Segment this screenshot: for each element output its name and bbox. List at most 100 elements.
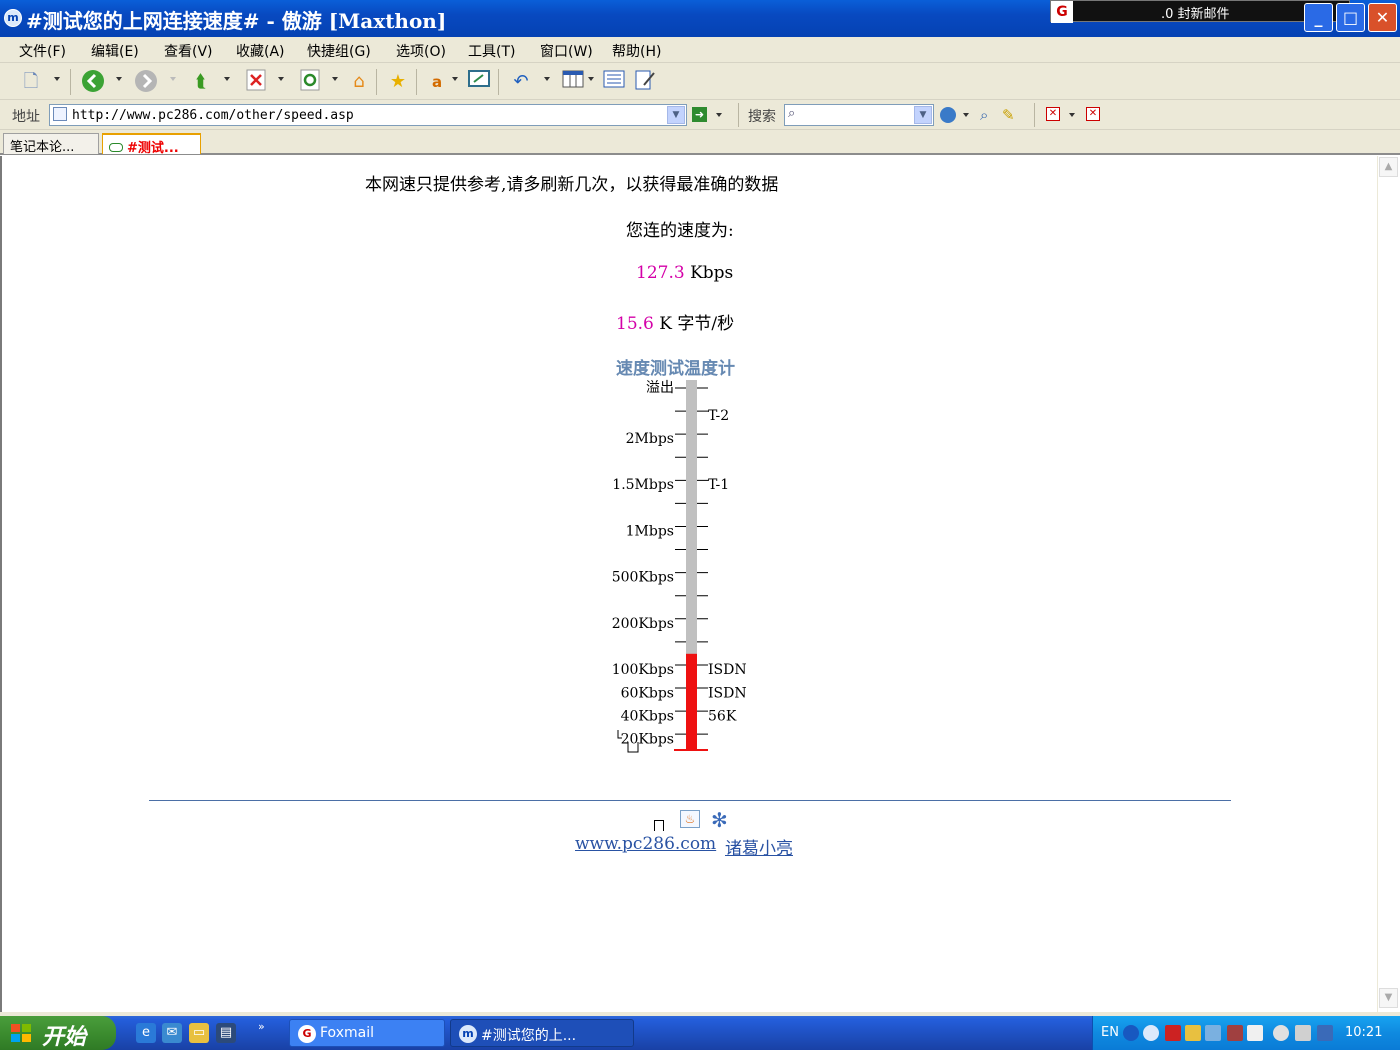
- address-dropdown-icon[interactable]: ▼: [667, 106, 685, 124]
- vertical-scrollbar[interactable]: ▲ ▼: [1377, 156, 1398, 1012]
- task-foxmail[interactable]: G Foxmail: [289, 1019, 445, 1047]
- up-icon[interactable]: ⮬: [188, 69, 214, 95]
- thermometer-left-label: 溢出: [646, 380, 674, 396]
- site-link[interactable]: www.pc286.com: [575, 834, 716, 854]
- new-page-icon[interactable]: 🗋: [18, 69, 44, 95]
- go-dropdown-icon[interactable]: [716, 113, 722, 117]
- refresh-dropdown-icon[interactable]: [332, 77, 338, 81]
- search-icon: ⌕: [788, 106, 796, 121]
- foxmail-tray-icon[interactable]: [1165, 1025, 1181, 1041]
- toolbar-separator: [416, 69, 417, 95]
- clock: 10:21: [1345, 1025, 1383, 1040]
- outlook-icon[interactable]: ✉: [162, 1023, 182, 1043]
- page-favicon-icon: [53, 107, 67, 121]
- back-dropdown-icon[interactable]: [116, 77, 122, 81]
- block-popup-icon[interactable]: ✕: [1046, 107, 1060, 121]
- show-desktop-icon[interactable]: ▤: [216, 1023, 236, 1043]
- stop-icon[interactable]: [243, 69, 269, 95]
- task-maxthon[interactable]: m #测试您的上...: [450, 1019, 634, 1047]
- menu-help[interactable]: 帮助(H): [612, 41, 661, 61]
- menu-tools[interactable]: 工具(T): [468, 41, 515, 61]
- menu-favorites[interactable]: 收藏(A): [236, 41, 285, 61]
- snowflake-icon[interactable]: ✻: [711, 808, 728, 832]
- stop-dropdown-icon[interactable]: [278, 77, 284, 81]
- find-in-page-icon[interactable]: ⌕: [980, 106, 988, 124]
- menu-options[interactable]: 选项(O): [396, 41, 446, 61]
- menu-view[interactable]: 查看(V): [164, 41, 213, 61]
- highlight-icon[interactable]: ✎: [1002, 106, 1015, 124]
- user-icon[interactable]: [1273, 1025, 1289, 1041]
- monitor-icon[interactable]: [1295, 1025, 1311, 1041]
- refresh-icon[interactable]: [297, 69, 323, 95]
- toolbar-separator: [498, 69, 499, 95]
- go-icon[interactable]: ➜: [692, 107, 707, 122]
- screen-capture-icon[interactable]: [466, 69, 492, 95]
- favorites-star-icon[interactable]: ★: [385, 69, 411, 95]
- close-ads-icon[interactable]: ✕: [1086, 107, 1100, 121]
- thermometer-right-label: ISDN: [708, 685, 747, 701]
- home-icon[interactable]: ⌂: [346, 69, 372, 95]
- site-badge-icon[interactable]: ♨: [680, 810, 700, 828]
- forward-dropdown-icon[interactable]: [170, 77, 176, 81]
- speed-kb-unit: K 字节/秒: [659, 314, 735, 334]
- undo-close-icon[interactable]: ↶: [508, 69, 534, 95]
- network-icon[interactable]: [1205, 1025, 1221, 1041]
- language-indicator[interactable]: EN: [1101, 1025, 1119, 1040]
- minimize-button[interactable]: _: [1304, 3, 1333, 32]
- tab-speed-test[interactable]: #测试...: [102, 133, 201, 156]
- address-bar: 地址 ▼ ➜ 搜索 ⌕ ▼ ⌕ ✎ ✕ ✕: [0, 100, 1400, 130]
- page-content: 本网速只提供参考,请多刷新几次，以获得最准确的数据 您连的速度为: 127.3 …: [0, 156, 1400, 1012]
- scroll-up-icon[interactable]: ▲: [1379, 157, 1398, 177]
- address-field[interactable]: ▼: [49, 104, 687, 126]
- author-link[interactable]: 诸葛小亮: [725, 834, 793, 859]
- printer-icon[interactable]: [1185, 1025, 1201, 1041]
- forward-icon[interactable]: [133, 69, 159, 95]
- translate-icon[interactable]: a: [424, 69, 450, 95]
- undo-dropdown-icon[interactable]: [544, 77, 550, 81]
- thermometer-left-label: 40Kbps: [621, 708, 674, 724]
- thermometer-right-label: 56K: [708, 708, 737, 724]
- toolbar-separator: [376, 69, 377, 95]
- sidebar-toggle-icon[interactable]: [601, 69, 627, 95]
- security-icon[interactable]: [1227, 1025, 1243, 1041]
- maxthon-tray-icon[interactable]: [1143, 1025, 1159, 1041]
- tab-notebook-forum[interactable]: 笔记本论...: [3, 133, 99, 155]
- close-button[interactable]: ✕: [1368, 3, 1397, 32]
- columns-dropdown-icon[interactable]: [588, 77, 594, 81]
- thermometer-right-label: T-1: [708, 477, 729, 493]
- search-engine-icon[interactable]: [940, 107, 956, 123]
- url-input[interactable]: [72, 106, 662, 124]
- maxthon-icon[interactable]: m: [4, 9, 22, 27]
- search-input[interactable]: [805, 106, 911, 124]
- engine-dropdown-icon[interactable]: [963, 113, 969, 117]
- volume-icon[interactable]: [1317, 1025, 1333, 1041]
- speed-kb-value: 15.6: [616, 314, 654, 334]
- new-dropdown-icon[interactable]: [54, 77, 60, 81]
- menu-groups[interactable]: 快捷组(G): [307, 41, 371, 61]
- search-dropdown-icon[interactable]: ▼: [914, 106, 932, 124]
- taskbar: 开始 e ✉ ▭ ▤ » G Foxmail m #测试您的上... EN 10…: [0, 1016, 1400, 1050]
- edit-page-icon[interactable]: [632, 69, 658, 95]
- start-button[interactable]: 开始: [0, 1016, 116, 1050]
- menu-window[interactable]: 窗口(W): [540, 41, 593, 61]
- tray-expand-icon[interactable]: [1123, 1025, 1139, 1041]
- menu-edit[interactable]: 编辑(E): [91, 41, 139, 61]
- quicklaunch-more-icon[interactable]: »: [258, 1020, 265, 1033]
- folder-icon[interactable]: ▭: [189, 1023, 209, 1043]
- thermometer-left-label: 200Kbps: [612, 616, 674, 632]
- back-icon[interactable]: [80, 69, 106, 95]
- up-dropdown-icon[interactable]: [224, 77, 230, 81]
- columns-icon[interactable]: [560, 69, 586, 95]
- popup-dropdown-icon[interactable]: [1069, 113, 1075, 117]
- shield-icon[interactable]: [1247, 1025, 1263, 1041]
- menu-file[interactable]: 文件(F): [19, 41, 66, 61]
- tab-bar: 笔记本论... #测试...: [0, 130, 1400, 156]
- maximize-button[interactable]: □: [1336, 3, 1365, 32]
- translate-dropdown-icon[interactable]: [452, 77, 458, 81]
- scroll-down-icon[interactable]: ▼: [1379, 988, 1398, 1008]
- menu-bar: 文件(F) 编辑(E) 查看(V) 收藏(A) 快捷组(G) 选项(O) 工具(…: [0, 37, 1400, 63]
- notification-text: .0 封新邮件: [1161, 7, 1230, 22]
- footer-divider: [149, 800, 1231, 801]
- search-field[interactable]: ⌕ ▼: [784, 104, 934, 126]
- ie-icon[interactable]: e: [136, 1023, 156, 1043]
